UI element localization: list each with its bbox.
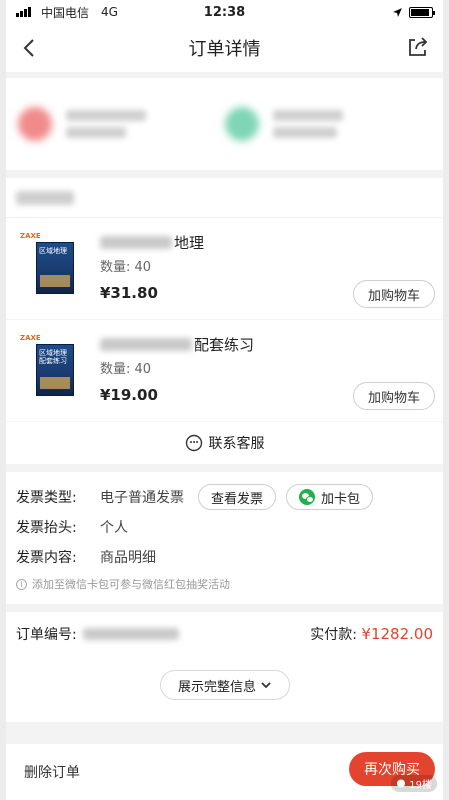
book-brand: ZAXE: [20, 334, 41, 342]
invoice-type-value: 电子普通发票: [100, 490, 184, 506]
info-icon: i: [16, 578, 27, 590]
invoice-header-value: 个人: [100, 520, 128, 536]
product-title-text: 地理: [174, 234, 205, 252]
order-progress: [6, 78, 443, 170]
invoice-content-value: 商品明细: [100, 550, 156, 566]
wechat-icon: [299, 489, 316, 505]
order-number-value: [82, 628, 179, 640]
add-to-cart-button[interactable]: 加购物车: [353, 280, 435, 308]
store-header: [6, 178, 443, 218]
battery-fill: [411, 8, 429, 16]
add-card-pack-button[interactable]: 加卡包: [286, 484, 374, 510]
invoice-content-label: 发票内容:: [16, 550, 77, 566]
status-icon: [18, 107, 52, 141]
product-title-text: 配套练习: [194, 336, 255, 354]
add-card-pack-label: 加卡包: [321, 491, 361, 507]
book-cover-title: 区域地理: [39, 247, 67, 255]
product-price: ¥31.80: [100, 284, 158, 302]
add-to-cart-button[interactable]: 加购物车: [353, 382, 435, 410]
order-number-label: 订单编号:: [16, 627, 77, 643]
chevron-left-icon[interactable]: [18, 36, 42, 60]
products-card: ZAXE 区域地理 地理 数量: 40 ¥31.80 加购物车 ZAXE 区域地…: [6, 178, 443, 464]
show-full-info-button[interactable]: 展示完整信息: [160, 670, 290, 700]
store-name: [16, 190, 74, 205]
nav-bar: 订单详情: [6, 24, 443, 72]
book-brand: ZAXE: [20, 232, 41, 240]
invoice-card: 发票类型: 电子普通发票 查看发票 加卡包 发票抬头: 个人 发票内容: 商品明…: [6, 472, 443, 604]
paid-value: ¥1282.00: [361, 625, 433, 643]
page-title: 订单详情: [188, 39, 261, 60]
status-bar: 中国电信 4G 12:38: [6, 0, 443, 24]
product-price: ¥19.00: [100, 386, 158, 404]
invoice-type-label: 发票类型:: [16, 490, 77, 506]
invoice-note: i 添加至微信卡包可参与微信红包抽奖活动: [16, 576, 433, 592]
order-info-card: 订单编号: 实付款: ¥1282.00 展示完整信息: [6, 612, 443, 722]
view-invoice-label: 查看发票: [211, 491, 264, 507]
bottom-action-bar: 删除订单 再次购买 19楼: [6, 744, 443, 800]
product-quantity: 数量: 40: [100, 260, 152, 275]
status-icon: [224, 107, 259, 141]
show-full-info-label: 展示完整信息: [177, 679, 256, 695]
paid-amount: 实付款: ¥1282.00: [310, 624, 433, 644]
book-cover-image: ZAXE 区域地理配套练习: [20, 334, 80, 404]
share-icon[interactable]: [405, 34, 431, 60]
app-screen: 中国电信 4G 12:38 订单详情 ZAXE 区域地理 地理 数量: 40 ¥…: [6, 0, 443, 800]
delete-order-button[interactable]: 删除订单: [24, 762, 80, 782]
product-item[interactable]: ZAXE 区域地理配套练习 配套练习 数量: 40 ¥19.00 加购物车: [6, 320, 443, 422]
contact-service-label: 联系客服: [208, 436, 265, 452]
contact-service-button[interactable]: 联系客服: [6, 422, 443, 464]
product-item[interactable]: ZAXE 区域地理 地理 数量: 40 ¥31.80 加购物车: [6, 218, 443, 320]
product-quantity: 数量: 40: [100, 362, 152, 377]
paid-label: 实付款:: [310, 627, 357, 643]
product-title: 配套练习: [100, 334, 254, 355]
battery-icon: [409, 6, 435, 18]
watermark-text: 19楼: [409, 780, 432, 791]
book-cover-image: ZAXE 区域地理: [20, 232, 80, 302]
progress-step: [224, 107, 432, 141]
chevron-down-icon: [261, 682, 271, 689]
watermark: 19楼: [391, 775, 437, 792]
view-invoice-button[interactable]: 查看发票: [198, 484, 277, 510]
invoice-note-text: 添加至微信卡包可参与微信红包抽奖活动: [32, 578, 230, 591]
product-title: 地理: [100, 232, 204, 253]
progress-step: [18, 107, 225, 141]
invoice-header-label: 发票抬头:: [16, 520, 77, 536]
speech-bubble-icon: [397, 779, 406, 787]
clock: 12:38: [203, 4, 246, 20]
book-cover-title: 区域地理配套练习: [39, 349, 67, 366]
customer-service-icon: [185, 434, 202, 452]
